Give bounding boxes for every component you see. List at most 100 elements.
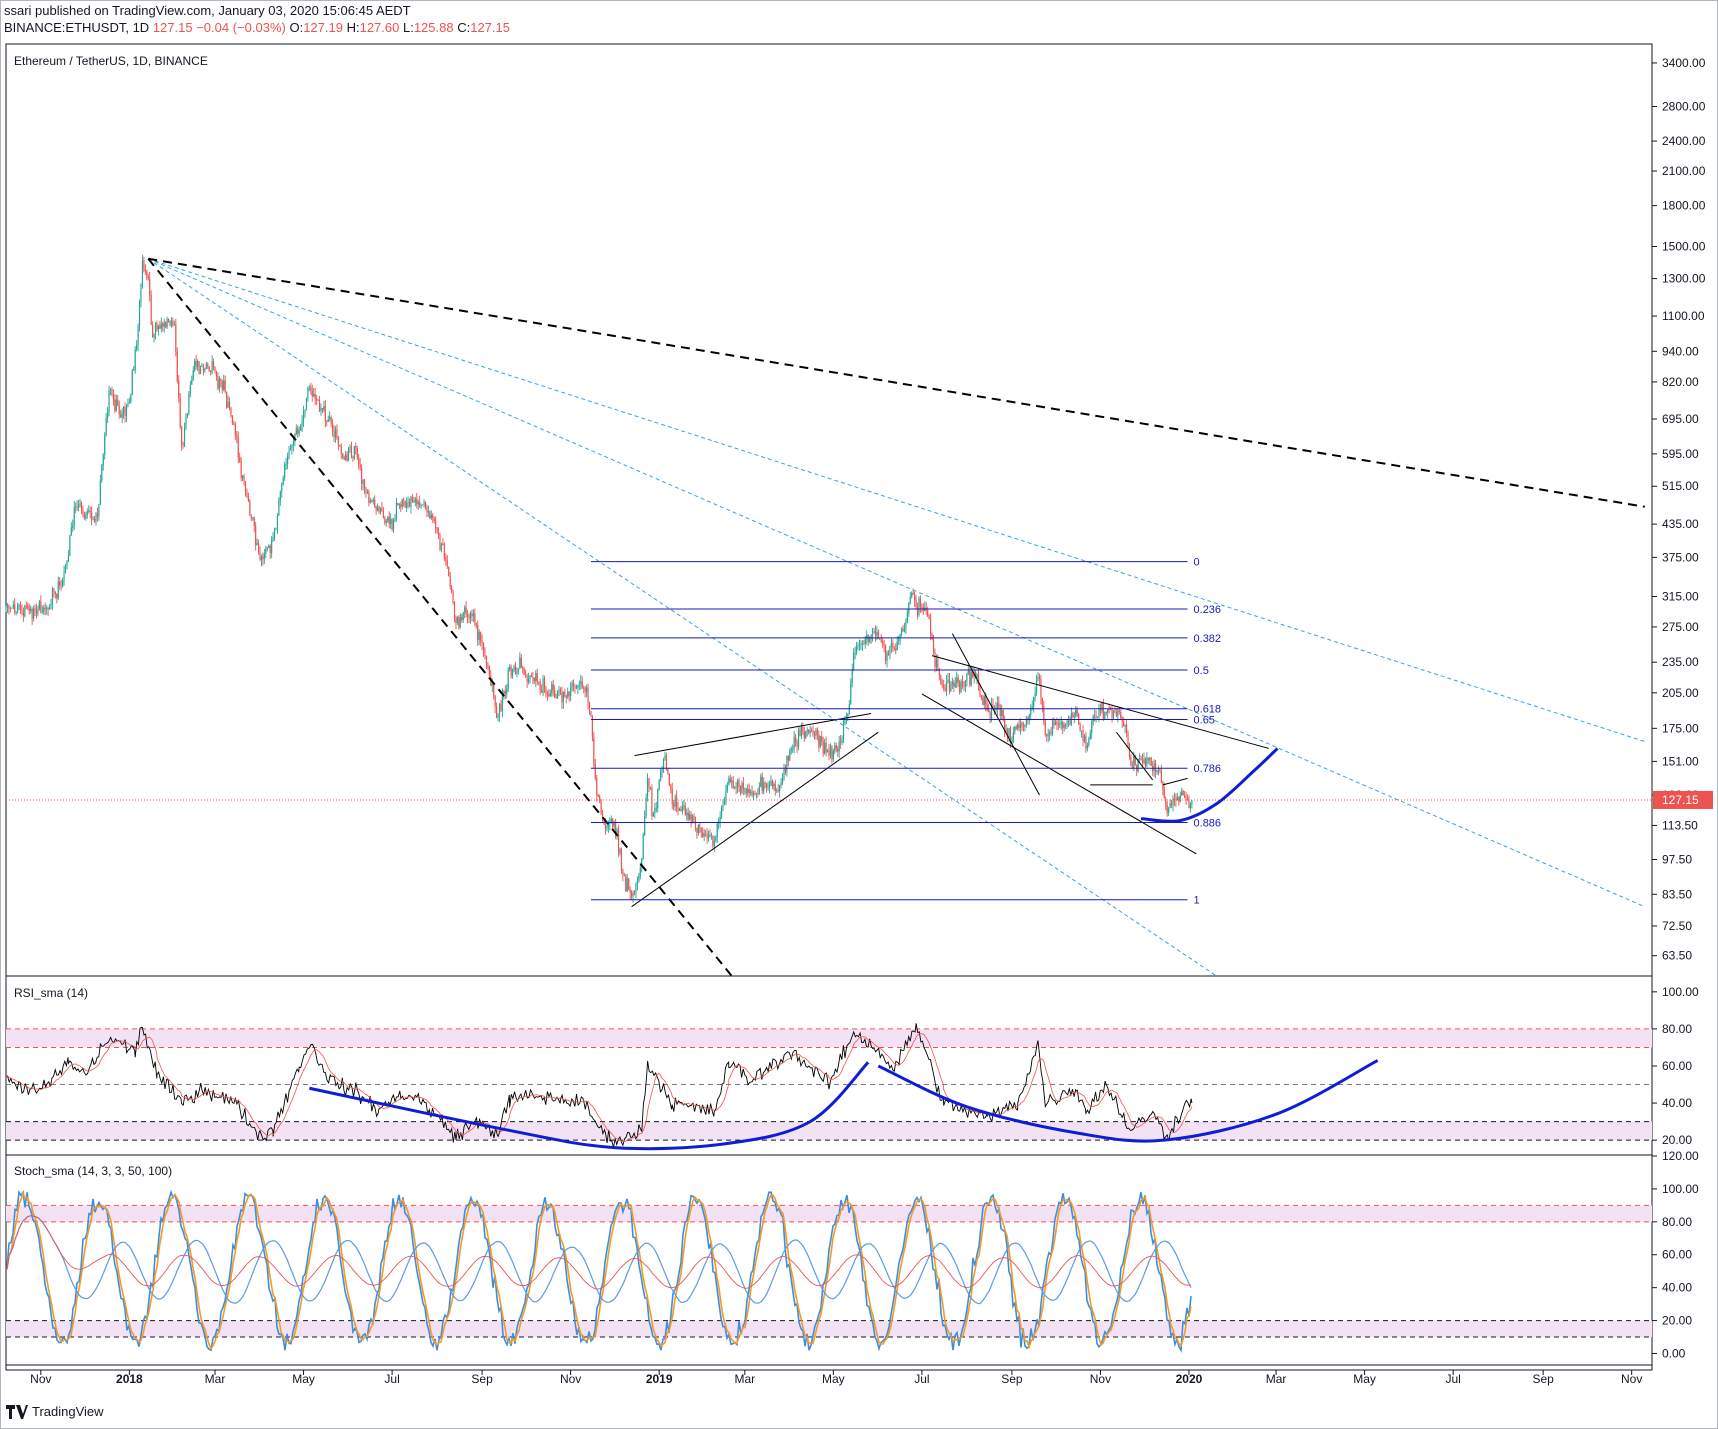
candle-body [416, 498, 418, 505]
candle-body [1021, 722, 1023, 726]
candle-body [365, 488, 367, 493]
candle-body [331, 423, 334, 432]
candle-body [1160, 770, 1162, 782]
candle-body [943, 685, 945, 688]
candle-body [165, 322, 167, 328]
candle-body [378, 506, 380, 512]
candle-body [1063, 724, 1065, 728]
candle-body [156, 322, 158, 330]
candle-body [883, 645, 885, 646]
candle-body [781, 778, 784, 783]
candle-body [350, 446, 353, 458]
candle-body [887, 652, 890, 655]
candle-body [92, 519, 94, 520]
candle-body [652, 812, 654, 817]
candle-body [754, 793, 756, 794]
candle-body [957, 677, 959, 683]
stoch-axis-label: 120.00 [1662, 1149, 1699, 1163]
candle-body [346, 454, 348, 461]
candle-body [707, 834, 710, 838]
stoch-axis-label: 80.00 [1662, 1215, 1692, 1229]
candle-body [780, 782, 782, 785]
candle-body [1056, 722, 1058, 724]
candle-body [896, 641, 898, 651]
candle-body [228, 401, 231, 409]
chart-canvas[interactable]: Ethereum / TetherUS, 1D, BINANCE 3400.00 2… [0, 0, 1718, 1429]
candle-body [494, 695, 496, 707]
candle-body [314, 394, 316, 400]
candle-body [774, 784, 776, 791]
candle-body [559, 689, 562, 693]
candle-body [400, 504, 402, 507]
candle-body [818, 734, 820, 747]
candle-body [451, 587, 453, 592]
candle-body [189, 384, 191, 394]
candle-body [702, 832, 704, 837]
candle-body [1051, 718, 1054, 734]
candle-body [684, 805, 686, 815]
candle-body [1088, 739, 1090, 746]
candle-body [281, 483, 283, 492]
candle-body [789, 750, 791, 761]
candle-body [905, 621, 907, 628]
candle-body [1173, 798, 1176, 800]
candle-body [825, 742, 827, 753]
candle-body [911, 592, 913, 597]
candle-body [217, 376, 219, 389]
candle-body [356, 448, 358, 458]
candle-body [291, 444, 293, 449]
candle-body [163, 322, 165, 327]
candle-body [185, 416, 187, 428]
trend-line [631, 731, 879, 908]
candle-body [988, 709, 990, 713]
candle-body [674, 796, 676, 807]
rsi-axis-label: 100.00 [1662, 985, 1699, 999]
candle-body [554, 690, 556, 698]
footer-brand[interactable]: TradingView [6, 1404, 104, 1419]
candle-body [204, 368, 206, 371]
stoch-axis-label: 20.00 [1662, 1314, 1692, 1328]
candle-body [697, 824, 699, 834]
candle-body [390, 519, 392, 525]
fan-line-blue [147, 258, 1217, 977]
candle-body [363, 479, 366, 489]
candle-body [366, 491, 369, 493]
candle-body [738, 780, 740, 787]
x-axis-label: Sep [471, 1372, 493, 1386]
candle-body [558, 689, 560, 691]
candle-body [982, 697, 984, 705]
candle-body [59, 581, 61, 586]
candle-body [869, 639, 871, 642]
candle-body [966, 673, 968, 681]
candle-body [285, 463, 287, 465]
rsi-axis-label: 20.00 [1662, 1133, 1692, 1147]
x-axis-label: 2018 [116, 1372, 143, 1386]
candle-body [1089, 732, 1091, 740]
candle-body [345, 454, 347, 460]
candle-body [340, 446, 342, 454]
candle-body [786, 756, 788, 773]
candle-body [300, 425, 302, 431]
candle-body [69, 535, 71, 556]
candle-body [713, 840, 715, 846]
candle-body [72, 525, 74, 528]
candle-body [584, 687, 586, 692]
candle-body [9, 608, 11, 610]
candle-body [855, 646, 858, 653]
candle-body [728, 778, 730, 785]
candle-body [1144, 758, 1147, 766]
candle-body [664, 755, 666, 760]
candle-body [5, 607, 7, 609]
candle-body [371, 500, 373, 502]
candle-body [963, 685, 965, 688]
candle-body [32, 608, 35, 619]
candle-body [870, 634, 872, 640]
candle-body [696, 827, 698, 834]
candle-body [210, 371, 212, 373]
candle-body [257, 542, 260, 552]
candle-body [842, 725, 845, 739]
candle-body [86, 511, 88, 516]
candle-body [639, 867, 641, 876]
candle-body [491, 684, 493, 686]
candle-body [43, 607, 45, 612]
